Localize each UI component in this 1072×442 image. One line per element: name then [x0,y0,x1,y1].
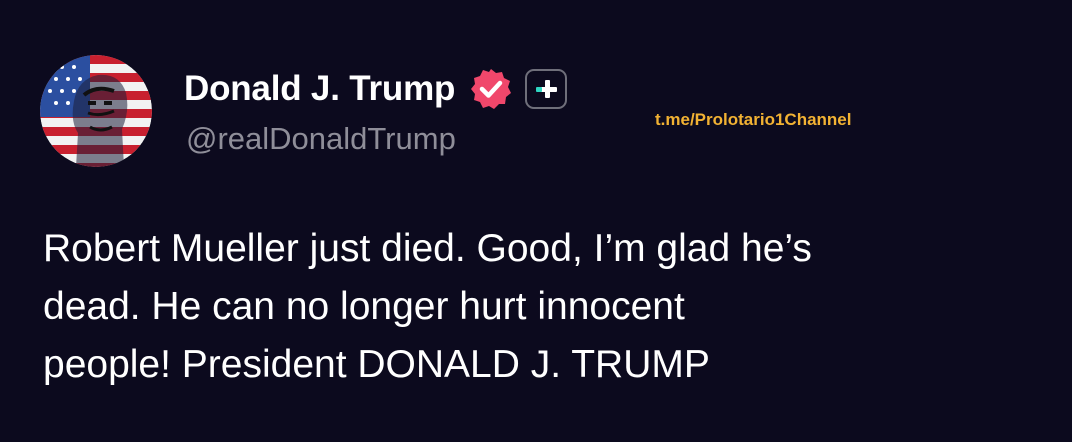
avatar[interactable] [40,55,152,167]
flag-portrait-avatar-icon [40,55,152,167]
post-text-line: people! President DONALD J. TRUMP [43,343,710,386]
verified-check-icon [471,69,512,109]
watermark-text: t.me/Prolotario1Channel [655,110,852,129]
post-card: Donald J. Trump @realDonaldTrump t.me/Pr… [0,0,1072,442]
author-display-name[interactable]: Donald J. Trump [184,69,455,109]
author-handle[interactable]: @realDonaldTrump [186,121,456,157]
post-text-line: dead. He can no longer hurt innocent [43,285,685,328]
author-name-row: Donald J. Trump [184,66,568,112]
post-text-line: Robert Mueller just died. Good, I’m glad… [43,227,812,270]
plus-badge-icon [525,69,568,109]
post-body: Robert Mueller just died. Good, I’m glad… [43,220,1043,394]
